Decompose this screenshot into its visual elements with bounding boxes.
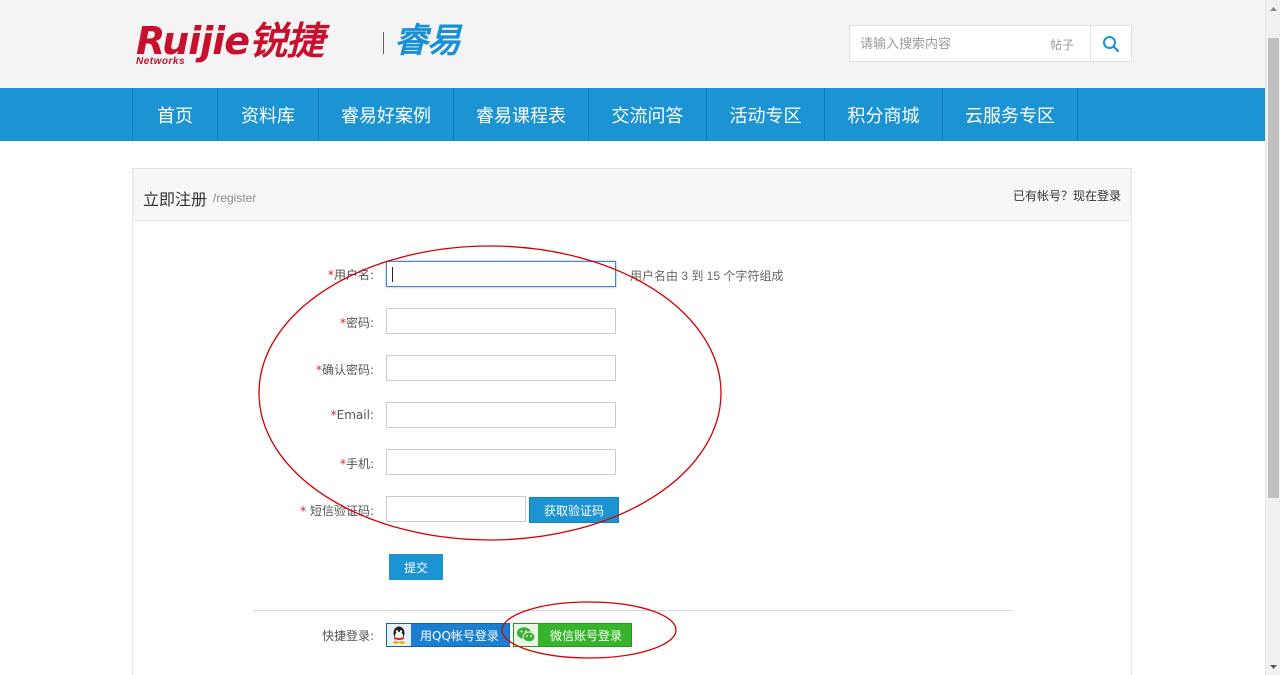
- password-label: *密码:: [133, 314, 374, 331]
- page-title: 立即注册: [143, 190, 208, 209]
- search-box: 帖子: [849, 25, 1132, 62]
- logo-networks-text: Networks: [136, 56, 186, 67]
- logo-brand-cn: 锐捷: [249, 19, 324, 63]
- ruiyi-logo: 睿易: [394, 21, 461, 61]
- wechat-icon: [514, 624, 538, 646]
- search-scope[interactable]: 帖子: [1050, 36, 1074, 53]
- nav-item-qa[interactable]: 交流问答: [589, 88, 707, 141]
- site-header: Ruijie锐捷 Networks 睿易 帖子: [0, 0, 1265, 88]
- sms-code-label: * 短信验证码:: [133, 502, 374, 519]
- email-label-text: Email:: [336, 408, 374, 422]
- wechat-login-button[interactable]: 微信账号登录: [513, 623, 632, 647]
- divider: [253, 610, 1013, 611]
- qq-login-button[interactable]: 用QQ帐号登录: [386, 623, 510, 647]
- password-label-text: 密码:: [345, 316, 374, 330]
- confirm-password-label: *确认密码:: [133, 361, 374, 378]
- email-input[interactable]: [386, 402, 616, 428]
- email-label: *Email:: [133, 408, 374, 422]
- phone-label: *手机:: [133, 455, 374, 472]
- register-panel: 立即注册 /register 已有帐号？现在登录 *用户名: 用户名由 3 到 …: [132, 168, 1132, 675]
- site-logo[interactable]: Ruijie锐捷 Networks 睿易: [136, 21, 461, 68]
- search-button[interactable]: [1090, 26, 1131, 61]
- login-link[interactable]: 已有帐号？现在登录: [1013, 187, 1121, 204]
- confirm-password-input[interactable]: [386, 355, 616, 381]
- submit-button[interactable]: 提交: [389, 554, 443, 580]
- phone-input[interactable]: [386, 449, 616, 475]
- ruijie-logo: Ruijie锐捷 Networks: [136, 22, 371, 68]
- password-input[interactable]: [386, 308, 616, 334]
- username-label: *用户名:: [133, 266, 374, 283]
- required-mark: *: [300, 504, 307, 518]
- username-input[interactable]: [386, 261, 616, 287]
- nav-item-points-mall[interactable]: 积分商城: [825, 88, 943, 141]
- wechat-login-label: 微信账号登录: [550, 628, 623, 643]
- search-icon: [1103, 35, 1120, 52]
- sms-code-label-text: 短信验证码:: [309, 504, 374, 518]
- username-hint: 用户名由 3 到 15 个字符组成: [630, 269, 784, 283]
- phone-label-text: 手机:: [345, 457, 374, 471]
- username-label-text: 用户名:: [333, 268, 374, 282]
- vertical-scrollbar[interactable]: [1265, 0, 1280, 675]
- nav-item-home[interactable]: 首页: [133, 88, 218, 141]
- search-input[interactable]: [850, 26, 1050, 61]
- nav-item-cloud[interactable]: 云服务专区: [943, 88, 1078, 141]
- nav-item-events[interactable]: 活动专区: [707, 88, 825, 141]
- qq-icon: [387, 624, 411, 646]
- confirm-password-label-text: 确认密码:: [321, 363, 374, 377]
- nav-item-courses[interactable]: 睿易课程表: [454, 88, 589, 141]
- panel-header: 立即注册 /register 已有帐号？现在登录: [133, 169, 1131, 221]
- quick-login-label: 快捷登录:: [321, 629, 374, 643]
- nav-item-library[interactable]: 资料库: [218, 88, 319, 141]
- scrollbar-thumb[interactable]: [1268, 38, 1279, 498]
- scroll-up-arrow-icon[interactable]: [1266, 0, 1280, 17]
- text-caret: [392, 267, 393, 282]
- get-code-button[interactable]: 获取验证码: [529, 497, 619, 523]
- main-nav: 首页 资料库 睿易好案例 睿易课程表 交流问答 活动专区 积分商城 云服务专区: [0, 88, 1265, 141]
- logo-divider: [383, 32, 384, 54]
- scroll-down-arrow-icon[interactable]: [1266, 658, 1280, 675]
- nav-item-cases[interactable]: 睿易好案例: [319, 88, 454, 141]
- page-subtitle: /register: [213, 191, 257, 205]
- qq-login-label: 用QQ帐号登录: [420, 628, 499, 643]
- sms-code-input[interactable]: [386, 496, 526, 522]
